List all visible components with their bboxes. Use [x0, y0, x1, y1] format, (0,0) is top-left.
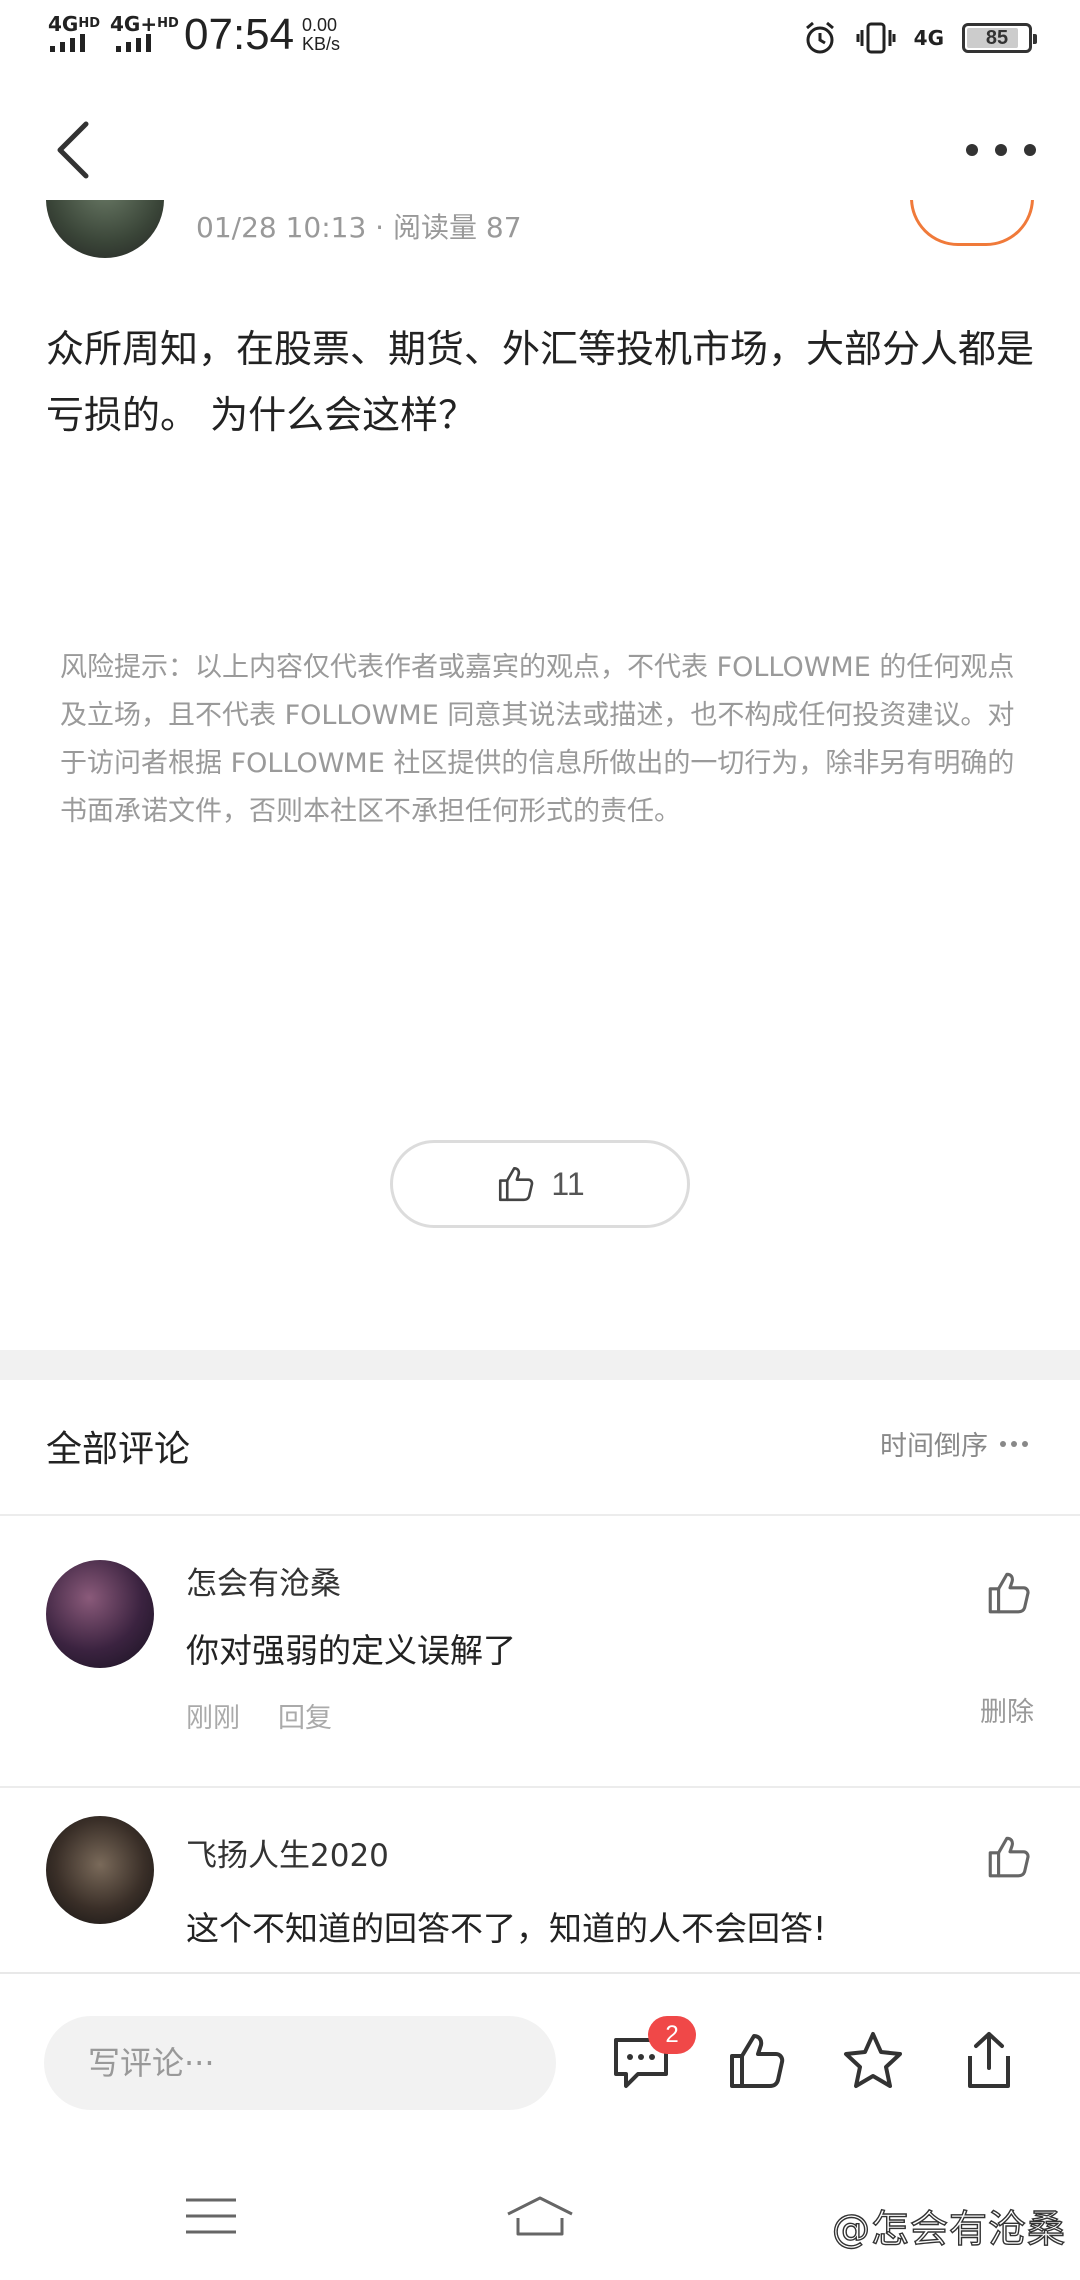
thumbs-up-icon	[499, 1166, 534, 1202]
author-header: 01/28 10:13 · 阅读量 87	[0, 200, 1080, 260]
more-options-button[interactable]	[966, 130, 1036, 170]
dot-icon	[966, 144, 978, 156]
network-indicator-2: 4G+HD	[110, 12, 179, 36]
commenter-avatar[interactable]	[46, 1560, 154, 1668]
signal-bars-icon	[50, 34, 85, 52]
commenter-name[interactable]: 怎会有沧桑	[186, 1558, 341, 1603]
network-indicator-right: 4G	[913, 26, 944, 50]
post-like-button[interactable]: 11	[390, 1140, 690, 1228]
watermark: @怎会有沧桑	[831, 2206, 1066, 2251]
dot-icon	[995, 144, 1007, 156]
commenter-name[interactable]: 飞扬人生2020	[186, 1830, 389, 1875]
post-meta: 01/28 10:13 · 阅读量 87	[196, 211, 522, 244]
delete-button[interactable]: 删除	[980, 1690, 1034, 1729]
clock: 07:54	[184, 10, 295, 59]
back-button[interactable]	[44, 110, 104, 190]
alarm-icon	[805, 21, 834, 54]
commenter-avatar[interactable]	[46, 1816, 154, 1924]
top-nav	[0, 100, 1080, 200]
comment-like-icon[interactable]	[984, 1832, 1034, 1882]
sort-label: 时间倒序	[880, 1431, 988, 1462]
comment-item: 飞扬人生2020 这个不知道的回答不了，知道的人不会回答!	[0, 1788, 1080, 1972]
home-icon[interactable]	[504, 2196, 576, 2236]
comment-text: 你对强弱的定义误解了	[186, 1631, 516, 1670]
menu-icon[interactable]	[184, 2196, 238, 2236]
comment-time: 刚刚	[186, 1703, 240, 1734]
network-indicator-1: 4GHD	[48, 12, 101, 36]
more-dots-icon	[1000, 1440, 1028, 1447]
comment-count-badge: 2	[648, 2016, 696, 2054]
battery-icon: 85	[962, 23, 1037, 53]
share-icon[interactable]	[956, 2028, 1022, 2094]
comments-title: 全部评论	[46, 1429, 191, 1470]
chevron-left-icon	[57, 121, 89, 179]
comment-text: 这个不知道的回答不了，知道的人不会回答!	[186, 1909, 827, 1948]
bottom-action-bar: 写评论··· 2	[0, 1972, 1080, 2152]
comment-item: 怎会有沧桑 你对强弱的定义误解了 刚刚 回复 删除	[0, 1518, 1080, 1788]
sort-button[interactable]: 时间倒序	[880, 1424, 1028, 1463]
signal-bars-icon-2	[116, 34, 151, 52]
follow-button[interactable]	[910, 200, 1034, 246]
status-bar: 4GHD 4G+HD 07:54 0.00 KB/s 4G 85	[0, 0, 1080, 78]
comment-like-icon[interactable]	[984, 1568, 1034, 1618]
author-avatar[interactable]	[46, 200, 164, 258]
reply-button[interactable]: 回复	[278, 1696, 332, 1735]
section-divider	[0, 1350, 1080, 1380]
system-nav-bar: @怎会有沧桑	[0, 2152, 1080, 2280]
vibrate-icon	[856, 22, 896, 54]
like-count: 11	[551, 1165, 585, 1202]
risk-disclaimer: 风险提示：以上内容仅代表作者或嘉宾的观点，不代表 FOLLOWME 的任何观点及…	[60, 652, 1015, 827]
comments-header: 全部评论 时间倒序	[0, 1380, 1080, 1516]
star-icon[interactable]	[840, 2028, 906, 2094]
post-body: 众所周知，在股票、期货、外汇等投机市场，大部分人都是亏损的。 为什么会这样？	[46, 327, 1035, 437]
comment-input[interactable]: 写评论···	[44, 2016, 556, 2110]
dot-icon	[1024, 144, 1036, 156]
like-icon[interactable]	[724, 2028, 790, 2094]
network-speed: 0.00 KB/s	[302, 15, 341, 54]
